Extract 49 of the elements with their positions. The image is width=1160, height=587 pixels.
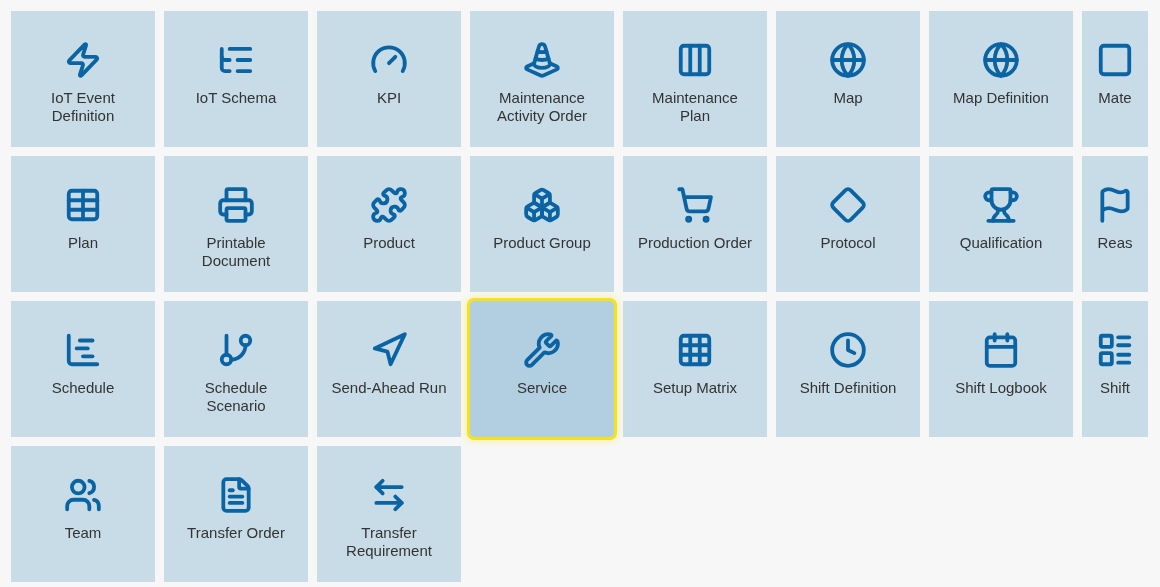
app-tile[interactable]: Mate xyxy=(1082,11,1148,147)
app-tile[interactable]: Send-Ahead Run xyxy=(317,301,461,437)
app-tile[interactable]: Service xyxy=(470,301,614,437)
wrench-icon xyxy=(523,331,561,369)
team-icon xyxy=(64,476,102,514)
app-tile[interactable]: Product xyxy=(317,156,461,292)
diamond-icon xyxy=(829,186,867,224)
app-tile[interactable]: Schedule xyxy=(11,301,155,437)
app-tile[interactable]: Reas xyxy=(1082,156,1148,292)
lightning-icon xyxy=(64,41,102,79)
cart-icon xyxy=(676,186,714,224)
gantt-icon xyxy=(64,331,102,369)
app-tile[interactable]: IoT Schema xyxy=(164,11,308,147)
app-tile[interactable]: Maintenance Plan xyxy=(623,11,767,147)
app-tile[interactable]: Schedule Scenario xyxy=(164,301,308,437)
app-tile[interactable]: Qualification xyxy=(929,156,1073,292)
app-tile[interactable]: IoT Event Definition xyxy=(11,11,155,147)
printer-icon xyxy=(217,186,255,224)
app-tile[interactable]: Protocol xyxy=(776,156,920,292)
app-tile[interactable]: Plan xyxy=(11,156,155,292)
app-tile[interactable]: Setup Matrix xyxy=(623,301,767,437)
branch-icon xyxy=(217,331,255,369)
app-tile[interactable]: Map Definition xyxy=(929,11,1073,147)
app-tile[interactable]: Shift Logbook xyxy=(929,301,1073,437)
globe-icon xyxy=(829,41,867,79)
clock-icon xyxy=(829,331,867,369)
app-tile[interactable]: Transfer Requirement xyxy=(317,446,461,582)
app-tile[interactable]: Product Group xyxy=(470,156,614,292)
app-tile[interactable]: Production Order xyxy=(623,156,767,292)
app-tile[interactable]: Transfer Order xyxy=(164,446,308,582)
app-tile[interactable]: Team xyxy=(11,446,155,582)
app-tile[interactable]: Shift xyxy=(1082,301,1148,437)
trophy-icon xyxy=(982,186,1020,224)
app-tile[interactable]: Maintenance Activity Order xyxy=(470,11,614,147)
app-tile[interactable]: KPI xyxy=(317,11,461,147)
app-tile[interactable]: Printable Document xyxy=(164,156,308,292)
app-tile[interactable]: Map xyxy=(776,11,920,147)
app-tile[interactable]: Shift Definition xyxy=(776,301,920,437)
square-icon xyxy=(1096,41,1134,79)
calendar-icon xyxy=(982,331,1020,369)
table-icon xyxy=(64,186,102,224)
list-icon xyxy=(1096,331,1134,369)
grid-icon xyxy=(676,331,714,369)
columns-icon xyxy=(676,41,714,79)
puzzle-icon xyxy=(370,186,408,224)
navigation-icon xyxy=(370,331,408,369)
cone-icon xyxy=(523,41,561,79)
globe-icon xyxy=(982,41,1020,79)
boxes-icon xyxy=(523,186,561,224)
